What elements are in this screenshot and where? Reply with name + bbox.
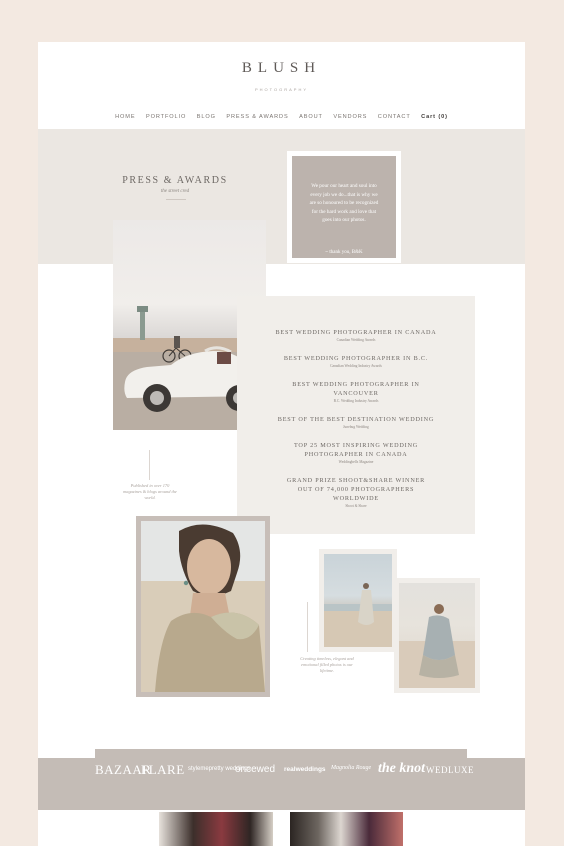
page-subtitle: the street cred [160,189,190,194]
award-org: B.C. Wedding Industry Awards [333,399,379,403]
award-item: BEST WEDDING PHOTOGRAPHER IN B.C. Canadi… [237,354,475,368]
published-caption: Published in over 170 magazines & blogs … [123,483,177,501]
page-title: PRESS & AWARDS [122,175,228,186]
press-logo-wedluxe[interactable]: WEDLUXE [426,765,474,775]
quote-text: We pour our heart and soul into every jo… [309,183,379,224]
award-title: BEST WEDDING PHOTOGRAPHER IN CANADA [275,329,437,336]
award-title: BEST OF THE BEST DESTINATION WEDDING [277,416,435,423]
nav-blog[interactable]: BLOG [197,114,216,120]
caption-rule [307,602,308,652]
quote-box: We pour our heart and soul into every jo… [292,156,396,258]
brand-tagline: PHOTOGRAPHY [254,87,309,92]
hero-band [38,129,525,264]
press-logo-flare[interactable]: FLARE [141,762,185,778]
award-title: GRAND PRIZE SHOOT&SHARE WINNER OUT OF 74… [286,477,426,502]
nav-portfolio[interactable]: PORTFOLIO [146,114,186,120]
beach-bride-photo [324,554,392,647]
award-title: BEST WEDDING PHOTOGRAPHER IN B.C. [283,355,429,362]
title-divider [166,199,186,200]
nav-home[interactable]: HOME [115,114,135,120]
award-item: BEST WEDDING PHOTOGRAPHER IN VANCOUVER B… [237,380,475,403]
main-nav: HOME PORTFOLIO BLOG PRESS & AWARDS ABOUT… [38,114,525,120]
page: BLUSH PHOTOGRAPHY HOME PORTFOLIO BLOG PR… [38,42,525,846]
portrait-illustration [141,521,265,692]
award-org: Canadian Wedding Awards [336,338,376,342]
award-item: TOP 25 MOST INSPIRING WEDDING PHOTOGRAPH… [237,441,475,464]
nav-press-awards[interactable]: PRESS & AWARDS [226,114,288,120]
brand-logo[interactable]: BLUSH [38,60,525,77]
nav-cart[interactable]: Cart (0) [421,114,448,120]
seated-bride-illustration [399,604,475,688]
press-logo-the-knot[interactable]: the knot [378,761,425,777]
press-logo-magnolia-rouge[interactable]: Magnolia Rouge [331,765,371,771]
award-org: Canadian Wedding Industry Awards [330,364,382,368]
award-item: BEST WEDDING PHOTOGRAPHER IN CANADA Cana… [237,328,475,342]
blog-thumbnail[interactable] [159,812,273,846]
beach-bride-illustration [324,583,392,647]
quote-signature: ~ thank you, B&K [325,250,363,255]
award-title: BEST WEDDING PHOTOGRAPHER IN VANCOUVER [292,381,420,397]
blog-thumbnail[interactable] [290,812,403,846]
portrait-photo [141,521,265,692]
creating-caption: Creating timeless, elegant and emotional… [300,656,354,674]
award-org: Junebug Wedding [343,425,369,429]
award-item: GRAND PRIZE SHOOT&SHARE WINNER OUT OF 74… [237,476,475,508]
award-org: Weddingbells Magazine [338,460,374,464]
nav-about[interactable]: ABOUT [299,114,323,120]
award-item: BEST OF THE BEST DESTINATION WEDDING Jun… [237,415,475,429]
nav-contact[interactable]: CONTACT [378,114,411,120]
press-logo-oncewed[interactable]: oncewed [235,764,275,775]
award-title: TOP 25 MOST INSPIRING WEDDING PHOTOGRAPH… [293,442,419,458]
award-org: Shoot & Share [345,504,367,508]
press-logo-realweddings[interactable]: realweddings [284,766,326,773]
caption-rule [149,450,150,480]
nav-vendors[interactable]: VENDORS [333,114,367,120]
press-logos: BAZAAR FLARE stylemepretty weddings once… [38,758,525,810]
press-strip: BAZAAR FLARE stylemepretty weddings once… [38,758,525,810]
seated-bride-photo [399,583,475,688]
awards-panel: BEST WEDDING PHOTOGRAPHER IN CANADA Cana… [237,296,475,534]
